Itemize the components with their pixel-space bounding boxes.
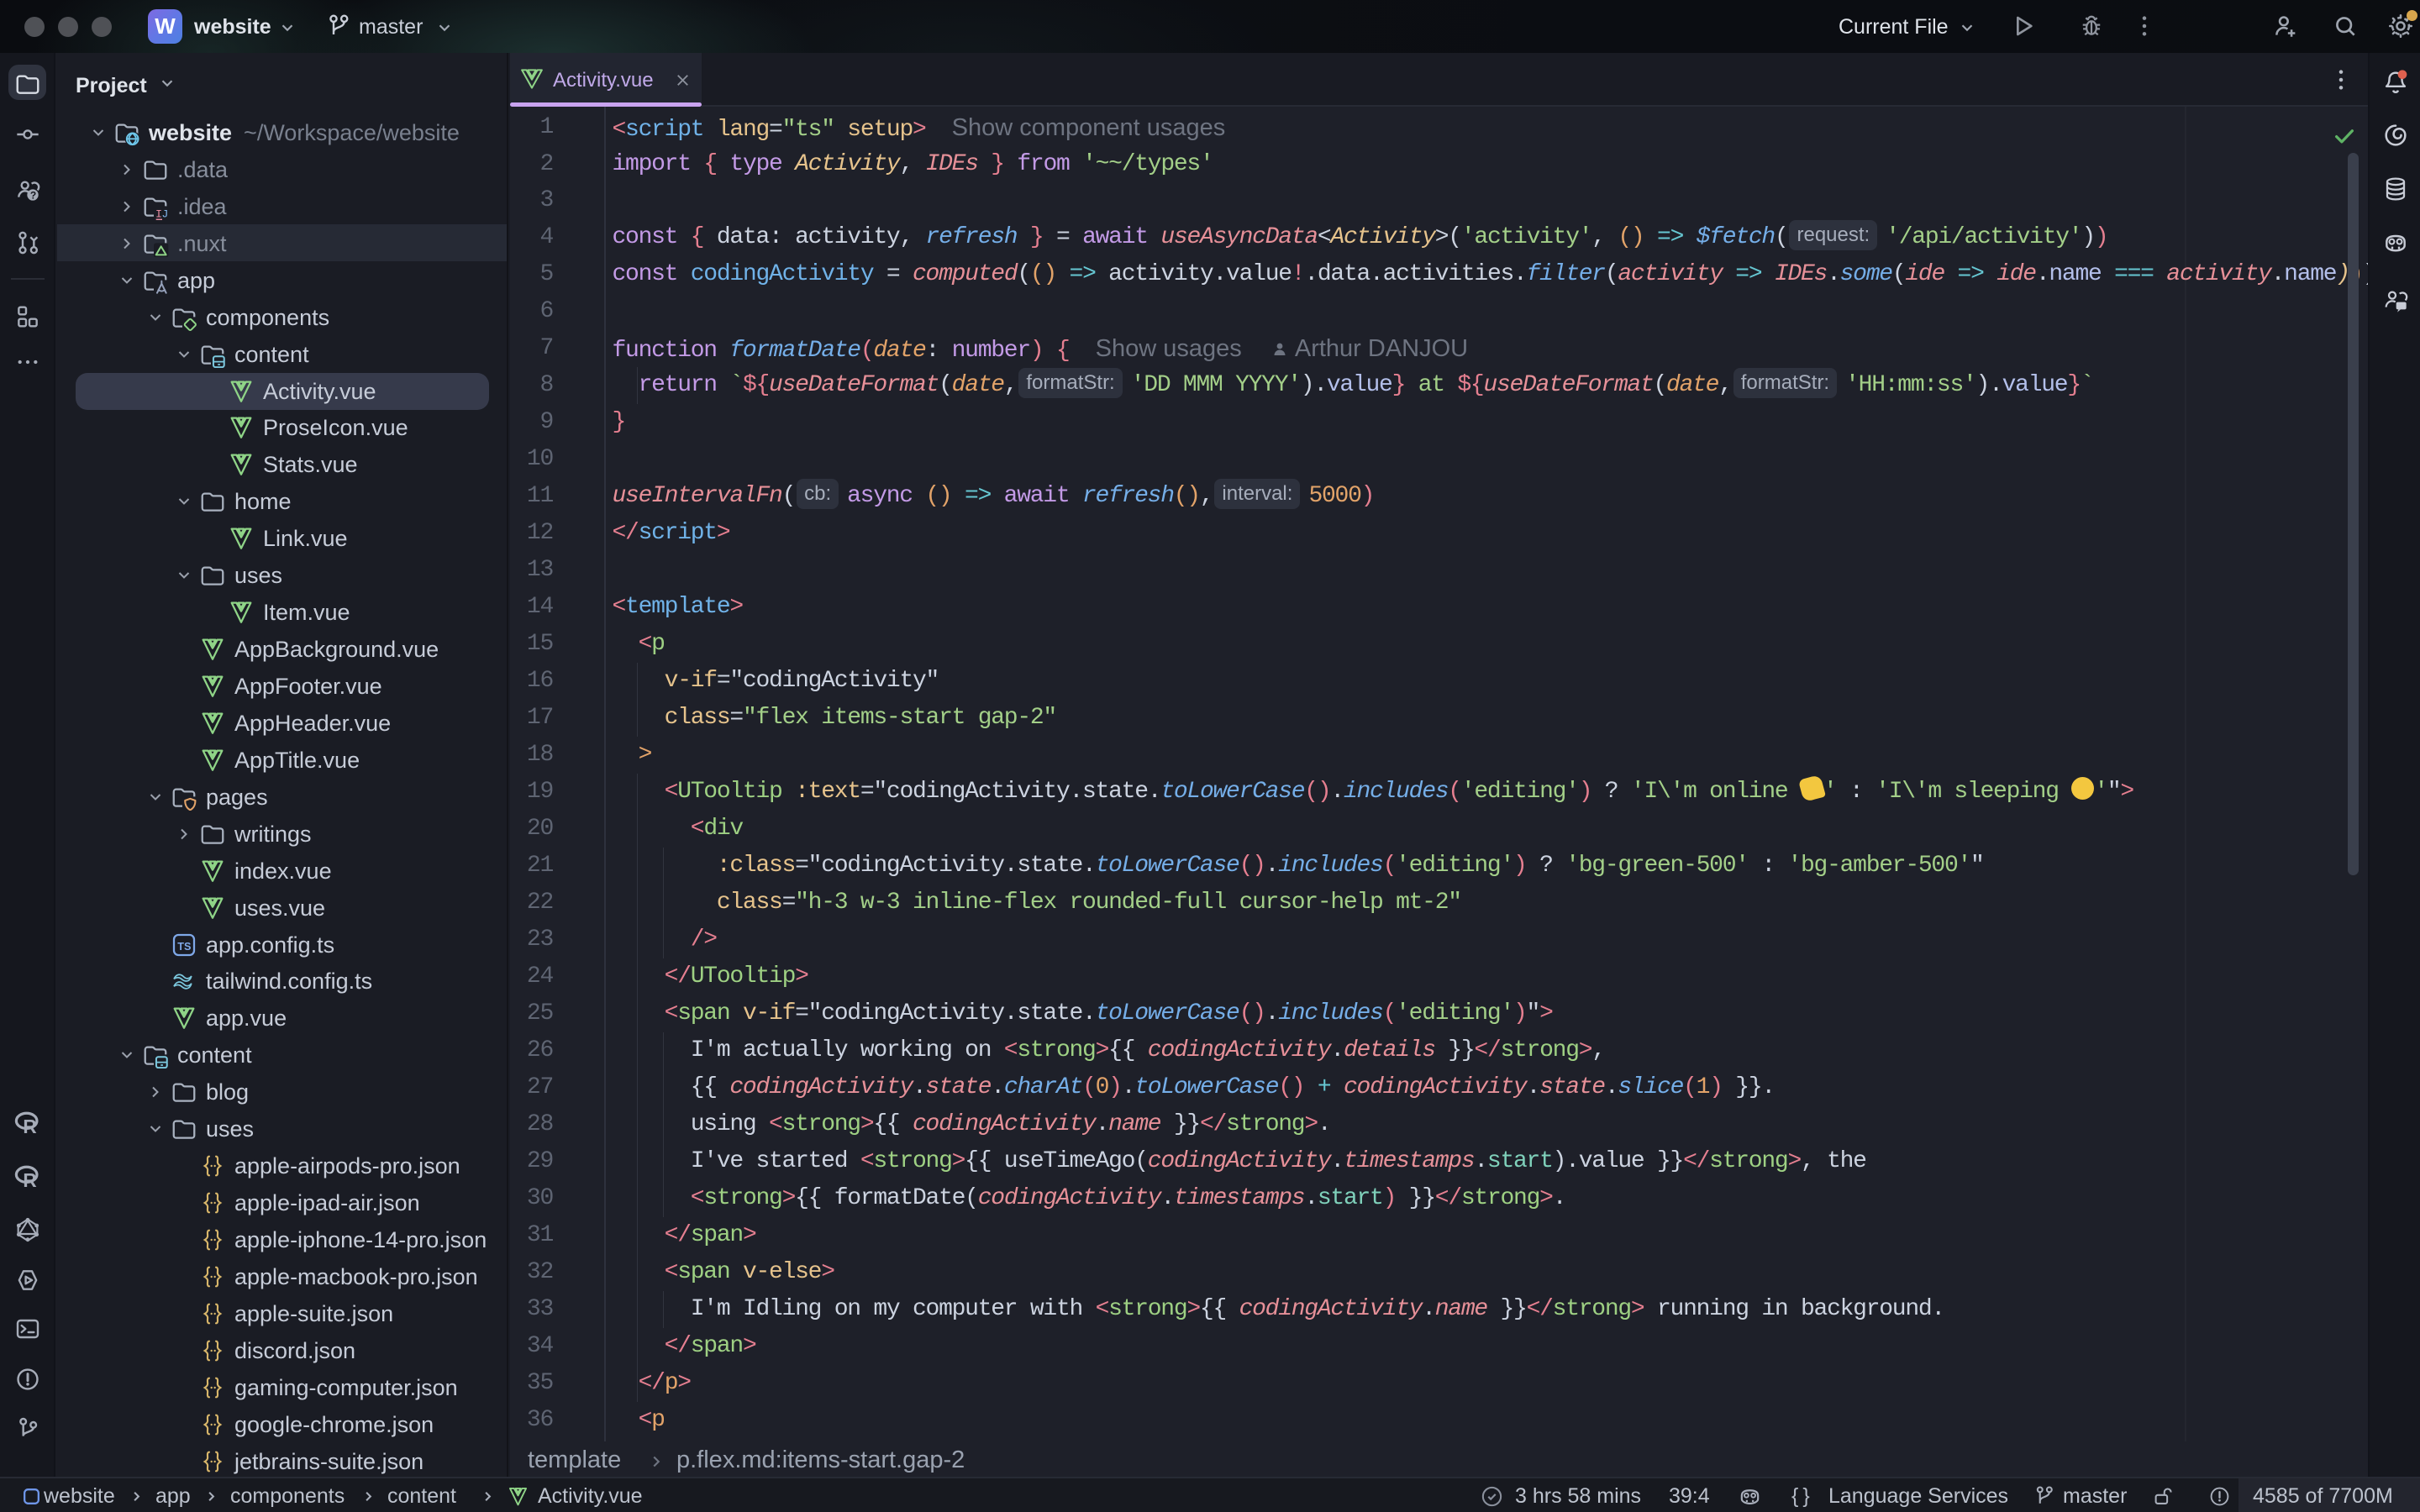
svg-text:?: ? [30,190,36,202]
svg-text:TS: TS [177,940,191,952]
svg-text:R: R [23,1169,36,1190]
svg-text:R: R [23,1116,36,1137]
svg-text:J: J [161,209,168,220]
